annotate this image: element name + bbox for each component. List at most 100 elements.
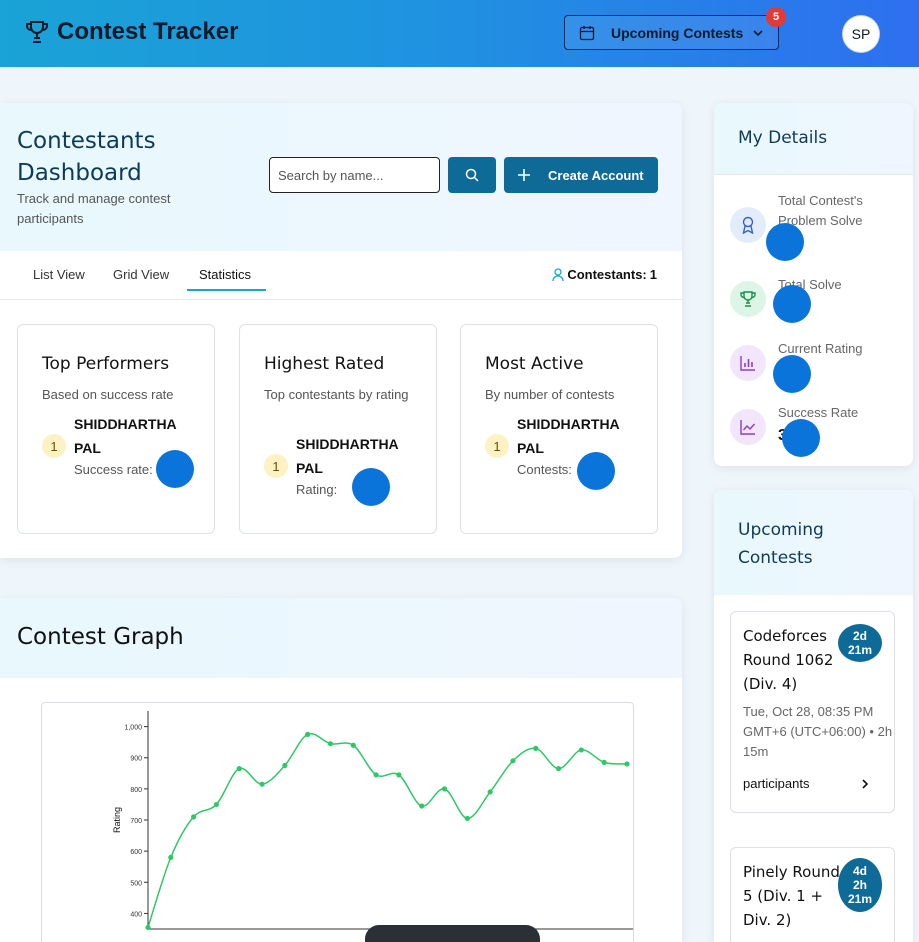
countdown-days: 4d bbox=[852, 864, 867, 878]
tab-grid-view[interactable]: Grid View bbox=[113, 267, 169, 282]
countdown-badge: 2d 21m bbox=[838, 624, 882, 662]
calendar-icon bbox=[579, 25, 595, 40]
dashboard-title-line1: Contestants bbox=[17, 128, 156, 154]
bar-chart-icon bbox=[730, 345, 766, 381]
notification-badge: 5 bbox=[766, 7, 786, 27]
rating-series-line bbox=[147, 732, 628, 928]
line-chart-icon bbox=[730, 409, 766, 445]
y-tick-label: 400 bbox=[130, 911, 142, 918]
contests-label: Contests: bbox=[517, 462, 572, 477]
countdown-hours: 2h bbox=[852, 878, 867, 892]
rating-point bbox=[145, 924, 151, 931]
countdown-minutes: 21m bbox=[847, 643, 873, 657]
user-icon bbox=[552, 267, 564, 281]
dashboard-header: Contestants Dashboard Track and manage c… bbox=[0, 103, 682, 251]
cursor-dot bbox=[577, 452, 615, 490]
cursor-dot bbox=[773, 355, 811, 393]
cursor-dot bbox=[352, 468, 390, 506]
y-tick-label: 900 bbox=[130, 756, 142, 763]
app-header: Contest Tracker Upcoming Contests 5 SP bbox=[0, 0, 919, 67]
rating-point bbox=[464, 815, 470, 822]
contestants-dashboard-card: Contestants Dashboard Track and manage c… bbox=[0, 103, 682, 558]
dashboard-title: Contestants Dashboard bbox=[17, 125, 197, 189]
y-tick-label: 600 bbox=[130, 849, 142, 856]
upcoming-header: Upcoming Contests bbox=[714, 490, 913, 595]
contest-graph-card: Contest Graph 400 500 600 700 800 900 1,000 Rat… bbox=[0, 598, 682, 942]
highest-rated-card: Highest Rated Top contestants by rating … bbox=[239, 324, 437, 534]
graph-title: Contest Graph bbox=[17, 624, 184, 650]
search-button[interactable] bbox=[448, 157, 496, 193]
tab-list-view[interactable]: List View bbox=[33, 267, 85, 282]
contest-name: Codeforces Round 1062 (Div. 4) bbox=[743, 627, 834, 693]
contestant-name[interactable]: SHIDDHARTHA PAL bbox=[517, 412, 637, 460]
y-axis-label: Rating bbox=[112, 807, 122, 833]
create-account-button[interactable]: Create Account bbox=[504, 157, 658, 193]
user-avatar[interactable]: SP bbox=[843, 16, 879, 52]
upcoming-contests-label: Upcoming Contests bbox=[611, 24, 744, 41]
tab-statistics[interactable]: Statistics bbox=[199, 267, 251, 282]
trophy-icon bbox=[26, 21, 48, 43]
countdown-days: 2d bbox=[852, 629, 867, 643]
create-account-label: Create Account bbox=[548, 167, 644, 183]
countdown-badge: 4d 2h 21m bbox=[838, 858, 882, 912]
upcoming-contests-dropdown[interactable]: Upcoming Contests bbox=[564, 15, 779, 50]
detail-label: Total Contest's Problem Solve bbox=[778, 193, 863, 228]
rating-point bbox=[578, 747, 584, 753]
stat-title: Top Performers bbox=[42, 354, 170, 374]
top-performers-card: Top Performers Based on success rate 1 S… bbox=[17, 324, 215, 534]
contestant-name[interactable]: SHIDDHARTHA PAL bbox=[296, 432, 416, 480]
rank-badge: 1 bbox=[264, 454, 288, 478]
stat-subtitle: By number of contests bbox=[485, 387, 615, 402]
contestants-label: Contestants: bbox=[567, 267, 647, 282]
brand[interactable]: Contest Tracker bbox=[25, 18, 238, 46]
contest-item[interactable]: Codeforces Round 1062 (Div. 4) 2d 21m Tu… bbox=[730, 611, 895, 813]
rank-badge: 1 bbox=[42, 434, 66, 458]
y-tick-label: 800 bbox=[130, 787, 142, 794]
stat-subtitle: Based on success rate bbox=[42, 387, 174, 402]
countdown-minutes: 21m bbox=[847, 892, 873, 906]
rating-point bbox=[236, 766, 242, 772]
dashboard-subtitle: Track and manage contest participants bbox=[17, 191, 171, 226]
rating-point bbox=[213, 801, 220, 808]
cursor-dot bbox=[156, 450, 194, 488]
my-details-title: My Details bbox=[738, 128, 828, 148]
rating-point bbox=[373, 772, 379, 778]
rating-point bbox=[419, 803, 425, 809]
chevron-right-icon[interactable] bbox=[859, 778, 871, 790]
floating-toolbar[interactable] bbox=[365, 925, 540, 942]
plus-icon bbox=[518, 169, 530, 181]
rank-badge: 1 bbox=[485, 434, 509, 458]
rating-point bbox=[282, 762, 288, 769]
rating-line-chart: 400 500 600 700 800 900 1,000 Rating bbox=[112, 711, 633, 931]
active-tab-indicator bbox=[187, 289, 266, 291]
search-icon bbox=[465, 168, 479, 182]
my-details-header: My Details bbox=[714, 103, 913, 175]
rating-point bbox=[191, 814, 197, 820]
cursor-dot bbox=[782, 419, 820, 457]
stat-subtitle: Top contestants by rating bbox=[264, 387, 409, 402]
rating-chart: 400 500 600 700 800 900 1,000 Rating bbox=[41, 702, 634, 942]
badge-icon bbox=[730, 207, 766, 243]
trophy-icon bbox=[730, 281, 766, 317]
rating-point bbox=[624, 761, 630, 767]
app-title: Contest Tracker bbox=[57, 18, 239, 45]
y-tick-label: 700 bbox=[130, 818, 142, 825]
success-rate-label: Success rate: bbox=[74, 462, 153, 477]
rating-point bbox=[533, 745, 539, 751]
search-input[interactable] bbox=[269, 157, 440, 193]
rating-point bbox=[487, 789, 493, 795]
rating-point bbox=[259, 781, 265, 787]
contest-item[interactable]: Pinely Round 5 (Div. 1 + Div. 2) 4d 2h 2… bbox=[730, 847, 895, 942]
stat-title: Most Active bbox=[485, 354, 584, 374]
rating-point bbox=[396, 772, 402, 778]
view-tabs: List View Grid View Statistics Contestan… bbox=[0, 251, 682, 300]
rating-point bbox=[441, 786, 448, 792]
rating-point bbox=[168, 854, 174, 860]
upcoming-title: Upcoming Contests bbox=[738, 520, 824, 568]
participants-link[interactable]: participants bbox=[743, 776, 809, 791]
contest-date: Tue, Oct 28, 08:35 PM GMT+6 (UTC+06:00) … bbox=[743, 704, 893, 759]
y-tick-label: 500 bbox=[130, 880, 142, 887]
rating-point bbox=[327, 741, 334, 747]
upcoming-contests-card: Upcoming Contests Codeforces Round 1062 … bbox=[714, 490, 913, 942]
rating-point bbox=[510, 758, 516, 764]
